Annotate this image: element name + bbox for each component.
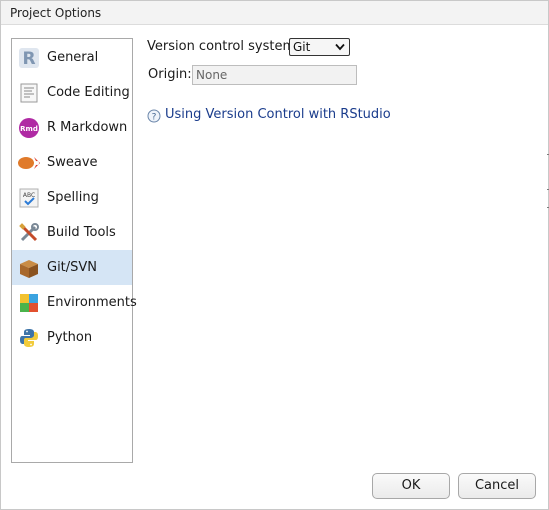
sidebar-item-environments[interactable]: Environments <box>12 285 137 320</box>
sidebar-item-label: Code Editing <box>47 85 130 100</box>
origin-label: Origin: <box>148 67 192 82</box>
sidebar-item-r-markdown[interactable]: Rmd R Markdown <box>12 110 132 145</box>
project-options-dialog: Project Options R General Code Editing R… <box>0 0 549 510</box>
sidebar-item-spelling[interactable]: ABC Spelling <box>12 180 132 215</box>
r-logo-icon: R <box>19 48 39 69</box>
sidebar-item-build-tools[interactable]: Build Tools <box>12 215 132 250</box>
origin-field: None <box>192 65 357 85</box>
python-icon <box>20 329 38 347</box>
code-editing-icon <box>20 83 38 103</box>
help-icon[interactable]: ? <box>147 109 161 123</box>
build-tools-icon <box>19 223 39 242</box>
git-svn-icon <box>20 260 38 278</box>
svg-text:Rmd: Rmd <box>20 125 38 133</box>
vcs-select[interactable]: Git <box>289 38 350 56</box>
rmarkdown-icon: Rmd <box>19 118 39 138</box>
chevron-down-icon <box>335 43 345 51</box>
sidebar-item-label: Environments <box>47 295 137 310</box>
sidebar-item-label: Git/SVN <box>47 260 98 275</box>
sidebar-item-label: Build Tools <box>47 225 116 240</box>
version-control-help-link[interactable]: Using Version Control with RStudio <box>165 107 391 122</box>
sidebar-item-general[interactable]: R General <box>12 40 132 75</box>
environments-icon <box>20 294 38 312</box>
origin-value: None <box>196 68 228 82</box>
svg-text:R: R <box>22 49 35 69</box>
sidebar-item-code-editing[interactable]: Code Editing <box>12 75 132 110</box>
vcs-label: Version control system: <box>147 39 300 54</box>
sidebar-item-label: R Markdown <box>47 120 128 135</box>
sidebar-item-label: Python <box>47 330 93 345</box>
title-bar: Project Options <box>1 1 548 25</box>
sidebar-item-python[interactable]: Python <box>12 320 132 355</box>
spelling-icon: ABC <box>19 188 39 208</box>
sidebar-item-label: General <box>47 50 99 65</box>
sidebar-item-label: Sweave <box>47 155 98 170</box>
ok-button[interactable]: OK <box>372 473 450 499</box>
vcs-select-value: Git <box>293 40 311 54</box>
sidebar-item-git-svn[interactable]: Git/SVN <box>12 250 132 285</box>
sidebar-item-label: Spelling <box>47 190 99 205</box>
dialog-title: Project Options <box>10 6 102 20</box>
sweave-icon <box>18 157 40 169</box>
options-sidebar: R General Code Editing Rmd R Markdown Sw… <box>11 38 137 463</box>
svg-text:?: ? <box>152 113 157 123</box>
cancel-button[interactable]: Cancel <box>458 473 536 499</box>
sidebar-item-sweave[interactable]: Sweave <box>12 145 132 180</box>
